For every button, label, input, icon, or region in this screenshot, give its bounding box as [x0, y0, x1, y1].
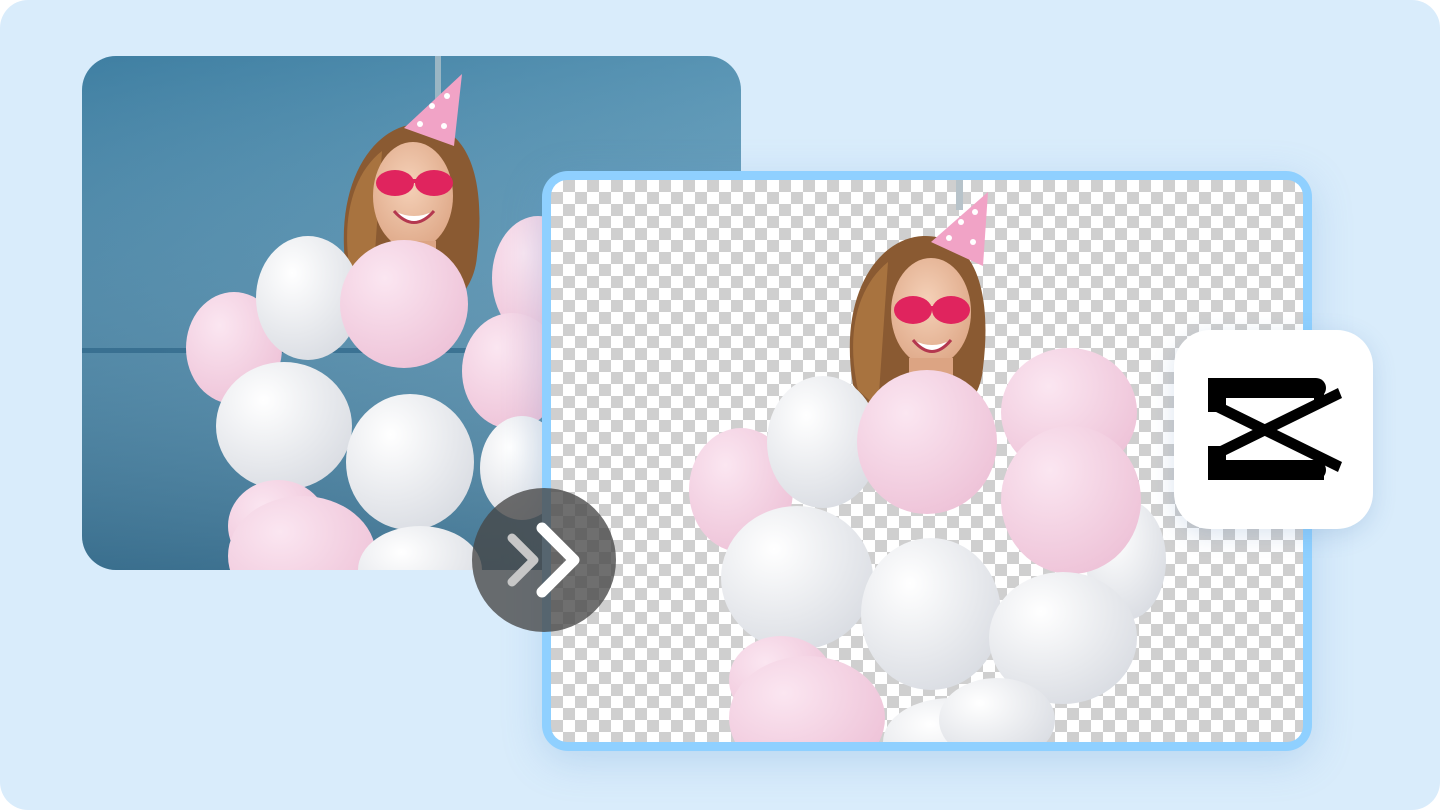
- convert-arrow-button[interactable]: [472, 488, 616, 632]
- hero-canvas: [0, 0, 1440, 810]
- double-chevron-right-icon: [507, 522, 580, 598]
- app-logo-tile: [1174, 330, 1373, 529]
- capcut-logo-icon: [1208, 378, 1342, 480]
